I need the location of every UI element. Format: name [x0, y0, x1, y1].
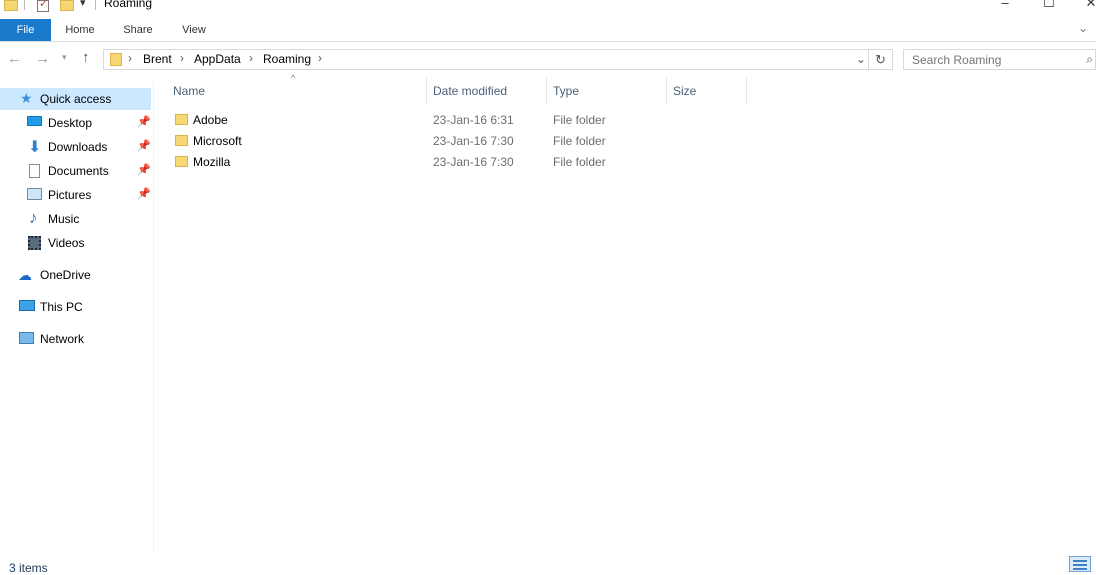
computer-icon — [19, 300, 35, 311]
file-type: File folder — [553, 113, 606, 127]
maximize-button[interactable]: ☐ — [1042, 0, 1056, 11]
details-view-icon-line — [1073, 564, 1087, 566]
column-header-size[interactable]: Size — [673, 84, 696, 98]
desktop-icon — [27, 116, 42, 126]
nav-documents[interactable]: Documents 📌 — [0, 160, 151, 182]
nav-videos[interactable]: Videos — [0, 232, 151, 254]
separator — [24, 0, 25, 10]
file-name: Adobe — [193, 113, 228, 127]
nav-onedrive[interactable]: ☁ OneDrive — [0, 264, 151, 286]
nav-label: This PC — [40, 300, 83, 314]
properties-icon[interactable] — [37, 0, 49, 12]
cloud-icon: ☁ — [18, 267, 32, 283]
column-header-type[interactable]: Type — [553, 84, 579, 98]
file-type: File folder — [553, 134, 606, 148]
column-header-date[interactable]: Date modified — [433, 84, 507, 98]
breadcrumb-separator[interactable]: › — [180, 51, 184, 65]
recent-locations-icon[interactable]: ▾ — [62, 52, 67, 63]
documents-icon — [29, 164, 40, 178]
tab-file[interactable]: File — [0, 19, 51, 41]
nav-desktop[interactable]: Desktop 📌 — [0, 112, 151, 134]
nav-label: Desktop — [48, 116, 93, 130]
nav-label: Videos — [48, 236, 85, 250]
new-folder-icon[interactable] — [60, 0, 74, 11]
file-name: Mozilla — [193, 155, 231, 169]
nav-pictures[interactable]: Pictures 📌 — [0, 184, 151, 206]
file-date: 23-Jan-16 7:30 — [433, 155, 514, 169]
window-title: Roaming — [104, 0, 153, 10]
breadcrumb-separator[interactable]: › — [318, 51, 322, 65]
tab-home[interactable]: Home — [56, 19, 104, 41]
pin-icon[interactable]: 📌 — [137, 139, 151, 152]
status-item-count: 3 items — [9, 561, 48, 575]
chevron-down-icon[interactable]: ⌄ — [1078, 21, 1088, 35]
nav-label: Pictures — [48, 188, 92, 202]
tab-share[interactable]: Share — [114, 19, 162, 41]
up-arrow-icon[interactable]: ↑ — [82, 49, 90, 66]
details-view-button[interactable] — [1069, 556, 1091, 572]
pin-icon[interactable]: 📌 — [137, 115, 151, 128]
file-name: Microsoft — [193, 134, 242, 148]
nav-label: OneDrive — [40, 268, 91, 282]
pin-icon[interactable]: 📌 — [137, 163, 151, 176]
navigation-pane: ★ Quick access Desktop 📌 ⬇ Downloads 📌 D… — [0, 82, 154, 552]
minimize-button[interactable]: – — [998, 0, 1012, 10]
nav-label: Music — [48, 212, 80, 226]
nav-label: Downloads — [48, 140, 108, 154]
folder-icon — [4, 0, 18, 11]
folder-icon — [175, 135, 188, 146]
column-divider[interactable] — [746, 78, 747, 104]
search-icon[interactable]: ⌕ — [1086, 52, 1093, 67]
nav-music[interactable]: ♪ Music — [0, 208, 151, 230]
separator — [95, 0, 96, 10]
network-icon — [19, 332, 34, 344]
breadcrumb-roaming[interactable]: Roaming — [263, 52, 311, 66]
ribbon-tabs — [0, 19, 1096, 42]
nav-label: Documents — [48, 164, 109, 178]
sort-ascending-icon: ^ — [291, 73, 296, 83]
nav-downloads[interactable]: ⬇ Downloads 📌 — [0, 136, 151, 158]
tab-view[interactable]: View — [170, 19, 218, 41]
file-row-adobe[interactable]: Adobe 23-Jan-16 6:31 File folder — [165, 110, 745, 131]
nav-network[interactable]: Network — [0, 328, 151, 350]
nav-label: Network — [40, 332, 85, 346]
music-icon: ♪ — [29, 208, 38, 227]
breadcrumb-brent[interactable]: Brent — [143, 52, 172, 66]
title-bar: ▾ Roaming – ☐ ✕ — [0, 0, 1096, 14]
breadcrumb-separator[interactable]: › — [249, 51, 253, 65]
nav-this-pc[interactable]: This PC — [0, 296, 151, 318]
back-arrow-icon[interactable]: ← — [7, 50, 22, 67]
customize-toolbar-icon[interactable]: ▾ — [80, 0, 86, 9]
column-divider[interactable] — [546, 78, 547, 104]
breadcrumb-appdata[interactable]: AppData — [194, 52, 241, 66]
folder-icon — [175, 114, 188, 125]
file-row-mozilla[interactable]: Mozilla 23-Jan-16 7:30 File folder — [165, 152, 745, 173]
refresh-icon: ↻ — [875, 52, 886, 67]
folder-icon — [175, 156, 188, 167]
download-icon: ⬇ — [28, 139, 42, 156]
column-divider[interactable] — [426, 78, 427, 104]
column-divider[interactable] — [666, 78, 667, 104]
forward-arrow-icon[interactable]: → — [35, 50, 50, 67]
close-button[interactable]: ✕ — [1084, 0, 1096, 11]
chevron-down-icon[interactable]: ⌄ — [856, 52, 866, 66]
file-date: 23-Jan-16 6:31 — [433, 113, 514, 127]
file-row-microsoft[interactable]: Microsoft 23-Jan-16 7:30 File folder — [165, 131, 745, 152]
refresh-button[interactable]: ↻ — [869, 49, 893, 70]
search-input[interactable] — [904, 50, 1080, 69]
details-view-icon-line — [1073, 568, 1087, 570]
pin-icon[interactable]: 📌 — [137, 187, 151, 200]
pictures-icon — [27, 188, 42, 200]
details-view-icon — [1073, 560, 1087, 562]
column-header-name[interactable]: Name — [173, 84, 205, 98]
videos-icon — [28, 236, 41, 250]
file-date: 23-Jan-16 7:30 — [433, 134, 514, 148]
search-box[interactable]: ⌕ — [903, 49, 1096, 70]
breadcrumb-separator[interactable]: › — [128, 51, 132, 65]
star-icon: ★ — [20, 90, 33, 106]
nav-quick-access[interactable]: ★ Quick access — [0, 88, 151, 110]
nav-label: Quick access — [40, 92, 112, 106]
folder-icon — [110, 53, 122, 66]
file-type: File folder — [553, 155, 606, 169]
